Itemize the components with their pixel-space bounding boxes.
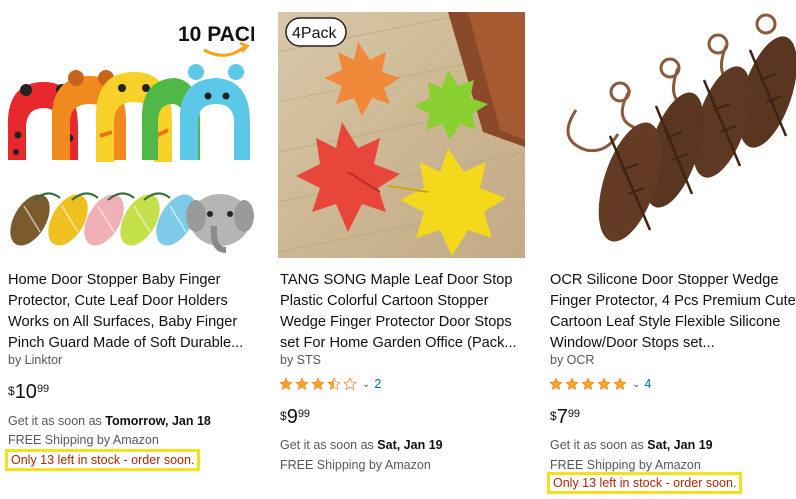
star-icon [295,377,309,390]
delivery-prefix: Get it as soon as [8,414,106,428]
stock-warning: Only 13 left in stock - order soon. [547,472,743,494]
delivery-prefix: Get it as soon as [550,438,648,452]
product-card: 4Pack TANG SONG Maple Leaf Door Stop Pla… [276,0,532,499]
price-symbol: $ [550,409,557,423]
delivery-date: Sat, Jan 19 [377,438,443,452]
price-fraction: 99 [36,383,50,395]
delivery-info: Get it as soon as Sat, Jan 19 [550,438,713,452]
price-symbol: $ [280,409,287,423]
star-icon [565,377,579,390]
product-card: 10 PACK [4,0,260,499]
price-fraction: 99 [297,408,311,420]
star-icon [581,377,595,390]
product-title[interactable]: TANG SONG Maple Leaf Door Stop Plastic C… [280,270,526,354]
product-byline: by STS [280,353,321,367]
product-price: $ 9 99 [280,406,310,428]
product-title[interactable]: OCR Silicone Door Stopper Wedge Finger P… [550,270,796,354]
price-fraction: 99 [567,408,581,420]
product-price: $ 10 99 [8,381,49,403]
product-card: OCR Silicone Door Stopper Wedge Finger P… [546,0,796,499]
stock-warning: Only 13 left in stock - order soon. [5,449,201,471]
chevron-down-icon[interactable]: ⌄ [362,379,370,390]
product-image[interactable]: 10 PACK [4,10,254,258]
star-icon [613,377,627,390]
shipping-info: FREE Shipping by Amazon [8,433,159,447]
star-icon [597,377,611,390]
product-byline: by OCR [550,353,595,367]
star-icon [311,377,325,390]
price-symbol: $ [8,384,15,398]
delivery-info: Get it as soon as Sat, Jan 19 [280,438,443,452]
delivery-prefix: Get it as soon as [280,438,378,452]
product-title[interactable]: Home Door Stopper Baby Finger Protector,… [8,270,254,354]
price-whole: 10 [14,381,37,403]
star-rating[interactable]: ⌄ 2 [279,375,381,393]
product-image[interactable]: 4Pack [278,12,525,258]
review-count[interactable]: 4 [644,377,651,391]
shipping-info: FREE Shipping by Amazon [280,458,431,472]
product-grid: 10 PACK [0,0,796,499]
shipping-info: FREE Shipping by Amazon [550,458,701,472]
product-price: $ 7 99 [550,406,580,428]
star-icon [549,377,563,390]
half-star-icon [327,377,341,390]
price-whole: 9 [286,406,298,428]
star-icon [279,377,293,390]
pack-badge: 4Pack [292,25,337,42]
star-rating[interactable]: ⌄ 4 [549,375,651,393]
empty-star-icon [343,377,357,391]
review-count[interactable]: 2 [374,377,381,391]
delivery-date: Sat, Jan 19 [647,438,713,452]
product-image[interactable] [546,10,796,258]
product-byline: by Linktor [8,353,63,367]
delivery-info: Get it as soon as Tomorrow, Jan 18 [8,414,211,428]
chevron-down-icon[interactable]: ⌄ [632,379,640,390]
delivery-date: Tomorrow, Jan 18 [105,414,211,428]
price-whole: 7 [556,406,568,428]
